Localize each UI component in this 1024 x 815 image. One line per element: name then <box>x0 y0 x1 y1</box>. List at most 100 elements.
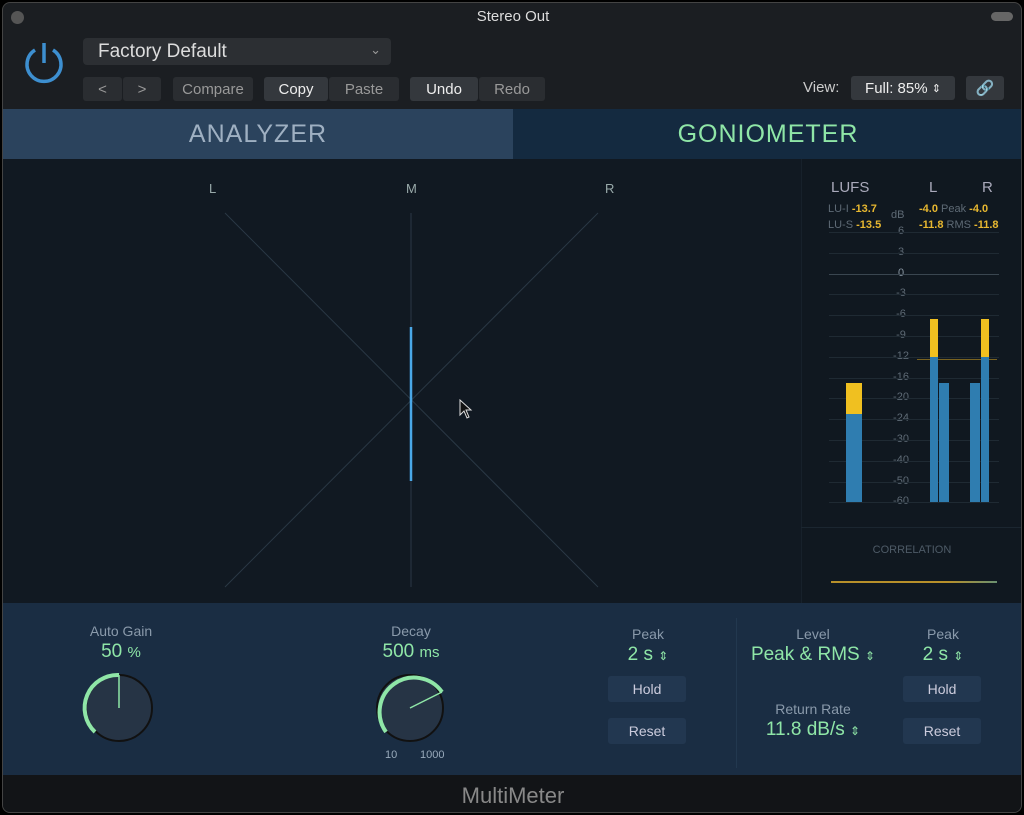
lufs-readouts: LU-I -13.7 LU-S -13.5 <box>828 201 881 233</box>
decay-label: Decay <box>391 623 431 639</box>
db-tick: -40 <box>893 453 909 466</box>
stepper-icon: ⇕ <box>953 649 964 663</box>
peak-hold-time-value-2: 2 s <box>922 644 948 665</box>
peak-hold-time-select-2[interactable]: 2 s ⇕ <box>893 644 993 666</box>
right-bar-peak <box>981 318 989 357</box>
return-rate-label: Return Rate <box>775 701 851 717</box>
auto-gain-knob[interactable] <box>81 670 157 746</box>
gridline <box>829 273 999 275</box>
right-rms-bar <box>970 382 980 503</box>
db-tick: -50 <box>893 474 909 487</box>
decay-readout: 500 ms <box>351 641 471 663</box>
plugin-window: Stereo Out Factory Default ⌄ < > Compare … <box>2 2 1022 813</box>
next-preset-button[interactable]: > <box>123 77 161 101</box>
window-title: Stereo Out <box>476 8 550 25</box>
decay-knob[interactable] <box>372 670 448 746</box>
goniometer-label-r: R <box>605 181 615 196</box>
decay-unit: ms <box>419 644 440 661</box>
undo-button[interactable]: Undo <box>410 77 478 101</box>
peak-hold-time-value: 2 s <box>627 644 653 665</box>
db-unit: dB <box>891 209 905 221</box>
db-tick: 6 <box>897 225 905 237</box>
view-zoom-select[interactable]: Full: 85% ⇕ <box>851 76 955 100</box>
left-bar <box>930 356 938 503</box>
correlation-meter <box>831 581 997 583</box>
db-tick: 3 <box>897 245 905 258</box>
right-rms-value: -11.8 <box>974 219 999 231</box>
compare-button[interactable]: Compare <box>173 77 253 101</box>
view-zoom-value: Full: 85% <box>865 79 928 97</box>
stepper-icon: ⇕ <box>864 649 876 663</box>
right-peak-value: -4.0 <box>969 203 989 215</box>
left-rms-value: -11.8 <box>919 219 944 231</box>
lu-i-label: LU-I <box>828 203 849 215</box>
db-tick: -24 <box>893 412 909 425</box>
preset-menu[interactable]: Factory Default ⌄ <box>83 38 391 65</box>
power-icon[interactable] <box>21 41 67 87</box>
level-label: Level <box>796 626 830 642</box>
left-bar-peak <box>930 318 938 357</box>
decay-max: 1000 <box>420 749 445 761</box>
collapse-button[interactable] <box>991 12 1013 21</box>
previous-preset-button[interactable]: < <box>83 77 122 101</box>
db-tick: -60 <box>893 495 909 508</box>
channel-readouts: -4.0 Peak -4.0 -11.8 RMS -11.8 <box>919 201 1019 233</box>
lu-s-value: -13.5 <box>856 219 882 231</box>
hold-button-2[interactable]: Hold <box>903 676 981 702</box>
db-tick: -6 <box>896 308 906 321</box>
reset-button[interactable]: Reset <box>608 718 686 744</box>
level-mode-value: Peak & RMS <box>750 644 860 665</box>
tab-goniometer[interactable]: GONIOMETER <box>513 109 1021 159</box>
peak-label: Peak <box>941 203 967 215</box>
lufs-bar <box>846 414 862 503</box>
gridline <box>829 336 999 337</box>
level-mode-select[interactable]: Peak & RMS ⇕ <box>738 644 888 666</box>
view-label: View: <box>803 79 840 96</box>
lu-i-value: -13.7 <box>851 203 877 215</box>
cursor-icon <box>459 399 473 419</box>
paste-button[interactable]: Paste <box>329 77 399 101</box>
auto-gain-value: 50 <box>101 641 123 662</box>
gridline <box>829 252 999 254</box>
reset-button-2[interactable]: Reset <box>903 718 981 744</box>
peak-label: Peak <box>632 626 664 642</box>
stepper-icon: ⇕ <box>658 649 669 663</box>
db-tick: -20 <box>893 391 909 404</box>
gridline <box>829 315 999 317</box>
left-rms-bar <box>939 382 949 503</box>
chevron-down-icon: ⌄ <box>370 42 381 57</box>
goniometer-label-l: L <box>209 181 217 196</box>
lufs-bar-peak <box>846 382 862 414</box>
decay-value: 500 <box>382 641 415 662</box>
correlation-label: CORRELATION <box>872 544 952 556</box>
right-channel-title: R <box>982 179 993 196</box>
db-tick: 0 <box>897 266 905 279</box>
db-tick: -16 <box>893 370 909 383</box>
gridline <box>829 294 999 296</box>
lu-s-label: LU-S <box>828 219 854 231</box>
db-tick: -9 <box>896 329 906 341</box>
db-tick: -3 <box>896 287 906 300</box>
return-rate-value: 11.8 dB/s <box>765 719 845 740</box>
peak-hold-time-select[interactable]: 2 s ⇕ <box>598 644 698 666</box>
redo-button[interactable]: Redo <box>479 77 545 101</box>
gridline <box>829 377 999 379</box>
gridline <box>829 356 999 358</box>
divider <box>736 618 737 768</box>
link-icon[interactable]: 🔗 <box>966 76 1004 100</box>
copy-button[interactable]: Copy <box>264 77 328 101</box>
auto-gain-unit: % <box>127 644 141 661</box>
right-bar <box>981 356 989 503</box>
lufs-title: LUFS <box>831 179 870 196</box>
divider <box>801 527 1021 528</box>
goniometer-label-m: M <box>406 181 417 196</box>
decay-min: 10 <box>385 749 398 761</box>
plugin-name: MultiMeter <box>3 775 1021 812</box>
return-rate-select[interactable]: 11.8 dB/s ⇕ <box>738 719 888 741</box>
tab-analyzer[interactable]: ANALYZER <box>3 109 513 159</box>
preset-name: Factory Default <box>98 41 227 62</box>
hold-button[interactable]: Hold <box>608 676 686 702</box>
auto-gain-readout: 50 % <box>61 641 181 663</box>
stepper-icon: ⇕ <box>850 724 861 738</box>
gridline <box>829 232 999 233</box>
